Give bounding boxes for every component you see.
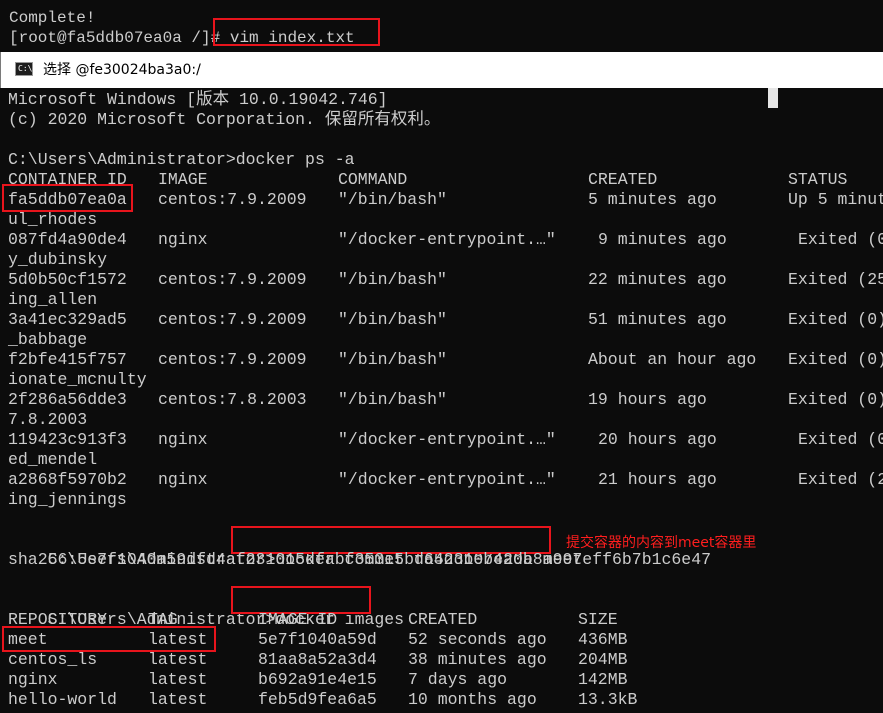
ps-cell-status: Exited (2	[798, 470, 883, 489]
background-terminal: Complete! [root@fa5ddb07ea0a /]# vim ind…	[0, 0, 883, 52]
ps-cell-command: "/bin/bash"	[338, 270, 447, 289]
img-cell-repository: hello-world	[8, 690, 117, 709]
ps-table-row: f2bfe415f757 centos:7.9.2009 "/bin/bash" Ab…	[8, 350, 883, 370]
img-header-size: SIZE	[578, 610, 618, 629]
window-titlebar[interactable]: C:\ 选择 @fe30024ba3a0:/	[0, 52, 883, 88]
images-table-row: nginx latest b692a91e4e15 7 days ago 142MB	[8, 670, 883, 690]
ps-cell-container-id: 2f286a56dde3	[8, 390, 127, 409]
img-cell-repository: centos_ls	[8, 650, 98, 669]
text-cursor	[768, 88, 778, 108]
cmd-icon: C:\	[15, 62, 33, 76]
ps-name-wrap: 7.8.2003	[8, 410, 88, 429]
img-cell-image-id: b692a91e4e15	[258, 670, 377, 689]
ps-cell-status: Exited (25	[788, 270, 883, 289]
prompt-docker-ps: C:\Users\Administrator>docker ps -a	[8, 150, 355, 169]
ps-cell-command: "/bin/bash"	[338, 390, 447, 409]
ps-table-row: 119423c913f3 nginx "/docker-entrypoint.…" 2…	[8, 430, 883, 450]
ps-cell-image: nginx	[158, 470, 208, 489]
ps-cell-status: Exited (0	[798, 230, 883, 249]
vim-command-highlight	[213, 18, 380, 46]
banner-copyright: (c) 2020 Microsoft Corporation. 保留所有权利。	[8, 110, 441, 129]
ps-name-wrap: ing_allen	[8, 290, 98, 309]
img-cell-size: 204MB	[578, 650, 628, 669]
ps-name-wrap: ionate_mcnulty	[8, 370, 147, 389]
ps-cell-command: "/docker-entrypoint.…"	[338, 230, 556, 249]
ps-cell-command: "/bin/bash"	[338, 190, 447, 209]
window-title: 选择 @fe30024ba3a0:/	[43, 62, 201, 78]
ps-name-wrap: ing_jennings	[8, 490, 127, 509]
ps-cell-image: nginx	[158, 430, 208, 449]
ps-cell-status: Exited (0	[798, 430, 883, 449]
ps-cell-created: 22 minutes ago	[588, 270, 727, 289]
ps-cell-image: centos:7.8.2003	[158, 390, 307, 409]
ps-header-command: COMMAND	[338, 170, 408, 189]
ps-cell-container-id: 087fd4a90de4	[8, 230, 127, 249]
ps-cell-created: About an hour ago	[588, 350, 757, 369]
banner-version: Microsoft Windows [版本 10.0.19042.746]	[8, 90, 388, 109]
ps-table-row: fa5ddb07ea0a centos:7.9.2009 "/bin/bash" 5 …	[8, 190, 883, 210]
img-cell-created: 7 days ago	[408, 670, 508, 689]
ps-table-row: 2f286a56dde3 centos:7.8.2003 "/bin/bash" 19…	[8, 390, 883, 410]
ps-header-image: IMAGE	[158, 170, 208, 189]
ps-cell-container-id: f2bfe415f757	[8, 350, 127, 369]
ps-header-row: CONTAINER ID IMAGE COMMAND CREATED STATU…	[8, 170, 883, 190]
ps-cell-status: Up 5 minut	[788, 190, 883, 209]
ps-cell-container-id: a2868f5970b2	[8, 470, 127, 489]
img-cell-created: 10 months ago	[408, 690, 537, 709]
img-cell-tag: latest	[148, 690, 208, 709]
ps-cell-image: centos:7.9.2009	[158, 190, 307, 209]
ps-table-row: a2868f5970b2 nginx "/docker-entrypoint.…" 2…	[8, 470, 883, 490]
img-cell-size: 436MB	[578, 630, 628, 649]
ps-cell-created: 51 minutes ago	[588, 310, 727, 329]
ps-cell-created: 5 minutes ago	[588, 190, 717, 209]
img-cell-created: 52 seconds ago	[408, 630, 547, 649]
img-cell-size: 142MB	[578, 670, 628, 689]
ps-cell-command: "/bin/bash"	[338, 310, 447, 329]
img-header-created: CREATED	[408, 610, 478, 629]
ps-cell-status: Exited (0)	[788, 390, 883, 409]
bg-line-complete: Complete!	[9, 9, 96, 27]
img-cell-image-id: 5e7f1040a59d	[258, 630, 377, 649]
commit-sha: sha256:5e7f1040a59dfd4af231015dfabf353e5…	[8, 550, 712, 569]
ps-cell-container-id: 3a41ec329ad5	[8, 310, 127, 329]
ps-header-created: CREATED	[588, 170, 658, 189]
ps-cell-container-id: 5d0b50cf1572	[8, 270, 127, 289]
ps-cell-status: Exited (0)	[788, 310, 883, 329]
ps-cell-command: "/docker-entrypoint.…"	[338, 470, 556, 489]
console-output[interactable]: Microsoft Windows [版本 10.0.19042.746] (c…	[0, 88, 883, 713]
img-cell-tag: latest	[148, 650, 208, 669]
img-cell-image-id: 81aa8a52a3d4	[258, 650, 377, 669]
ps-cell-created: 20 hours ago	[598, 430, 717, 449]
img-cell-tag: latest	[148, 670, 208, 689]
images-table-row: hello-world latest feb5d9fea6a5 10 months a…	[8, 690, 883, 710]
ps-cell-image: centos:7.9.2009	[158, 310, 307, 329]
ps-cell-command: "/docker-entrypoint.…"	[338, 430, 556, 449]
img-cell-image-id: feb5d9fea6a5	[258, 690, 377, 709]
ps-cell-container-id: 119423c913f3	[8, 430, 127, 449]
ps-table-row: 5d0b50cf1572 centos:7.9.2009 "/bin/bash" 22…	[8, 270, 883, 290]
container-id-highlight	[2, 184, 133, 212]
img-cell-repository: nginx	[8, 670, 58, 689]
ps-name-wrap: y_dubinsky	[8, 250, 108, 269]
ps-cell-created: 21 hours ago	[598, 470, 717, 489]
img-cell-size: 13.3kB	[578, 690, 638, 709]
img-header-image-id: IMAGE ID	[258, 610, 338, 629]
ps-name-wrap: ed_mendel	[8, 450, 98, 469]
meet-image-highlight	[2, 626, 216, 652]
ps-cell-status: Exited (0)	[788, 350, 883, 369]
ps-cell-image: nginx	[158, 230, 208, 249]
ps-cell-created: 19 hours ago	[588, 390, 707, 409]
ps-cell-created: 9 minutes ago	[598, 230, 727, 249]
ps-table-row: 087fd4a90de4 nginx "/docker-entrypoint.…" 9…	[8, 230, 883, 250]
ps-name-wrap: ul_rhodes	[8, 210, 98, 229]
img-cell-created: 38 minutes ago	[408, 650, 547, 669]
ps-cell-command: "/bin/bash"	[338, 350, 447, 369]
ps-name-wrap: _babbage	[8, 330, 88, 349]
ps-table-row: 3a41ec329ad5 centos:7.9.2009 "/bin/bash" 51…	[8, 310, 883, 330]
images-table-row: centos_ls latest 81aa8a52a3d4 38 minutes ag…	[8, 650, 883, 670]
ps-cell-image: centos:7.9.2009	[158, 350, 307, 369]
ps-cell-image: centos:7.9.2009	[158, 270, 307, 289]
ps-header-status: STATUS	[788, 170, 848, 189]
